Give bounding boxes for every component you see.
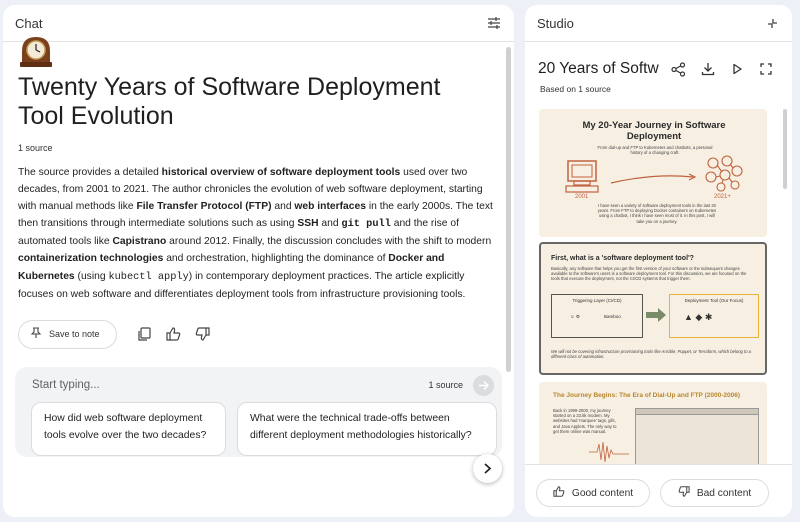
timeline-arrow bbox=[610, 173, 697, 184]
response-actions: Save to note bbox=[18, 319, 210, 349]
slide-1-year-right: 2021+ bbox=[714, 194, 731, 200]
arrow-right-icon bbox=[479, 380, 489, 390]
chat-input-placeholder[interactable]: Start typing... bbox=[32, 379, 428, 391]
copy-icon[interactable] bbox=[136, 326, 152, 342]
thumbs-up-icon bbox=[553, 486, 565, 500]
next-suggestions-button[interactable] bbox=[473, 454, 502, 483]
chat-input-area: Start typing... 1 source How did web sof… bbox=[15, 367, 502, 457]
slide-list: My 20-Year Journey in Software Deploymen… bbox=[533, 105, 773, 465]
studio-header-title: Studio bbox=[537, 15, 574, 31]
note-title: Twenty Years of Software Deployment Tool… bbox=[18, 73, 441, 130]
arrow-right-icon bbox=[646, 308, 666, 322]
slide-thumbnail-3[interactable]: The Journey Begins: The Era of Dial-Up a… bbox=[539, 382, 767, 465]
bamboo-label: Bamboo bbox=[604, 314, 621, 319]
input-source-count: 1 source bbox=[428, 380, 463, 390]
trigger-layer-box: Triggering Layer (CI/CD) ☺ ⚙ Bamboo bbox=[551, 294, 643, 338]
studio-header: Studio bbox=[525, 5, 792, 42]
send-button[interactable] bbox=[473, 374, 494, 396]
collapse-icon[interactable] bbox=[764, 15, 780, 31]
chat-scrollbar[interactable] bbox=[506, 47, 511, 372]
jenkins-icon: ☺ ⚙ bbox=[570, 314, 580, 319]
slide-thumbnail-2[interactable]: First, what is a 'software deployment to… bbox=[539, 242, 767, 375]
slide-1-year-left: 2001 bbox=[575, 194, 589, 200]
studio-title: 20 Years of Softw bbox=[538, 60, 659, 77]
share-icon[interactable] bbox=[670, 61, 687, 78]
studio-panel: Studio 20 Years of Softw Based on 1 sour… bbox=[525, 5, 792, 517]
chevron-right-icon bbox=[484, 463, 492, 474]
slide-1-body: I have seen a variety of software deploy… bbox=[597, 203, 717, 224]
mantel-clock-icon bbox=[18, 33, 54, 69]
thumbs-down-icon bbox=[678, 486, 690, 500]
save-to-note-button[interactable]: Save to note bbox=[18, 319, 117, 349]
trigger-layer-label: Triggering Layer (CI/CD) bbox=[572, 298, 622, 303]
deployment-tool-box: Deployment Tool (Our Focus) ▲ ◆ ✱ bbox=[669, 294, 759, 338]
slide-thumbnail-1[interactable]: My 20-Year Journey in Software Deploymen… bbox=[539, 109, 767, 237]
slide-2-body: Basically, any software that helps you g… bbox=[551, 266, 747, 282]
chat-input[interactable]: Start typing... 1 source bbox=[15, 367, 502, 403]
slide-1-title: My 20-Year Journey in Software Deploymen… bbox=[582, 120, 726, 142]
chat-header-title: Chat bbox=[15, 15, 43, 31]
slide-3-body: Back in 1999-2000, my journey started on… bbox=[553, 408, 617, 434]
deployment-tool-label: Deployment Tool (Our Focus) bbox=[684, 298, 744, 303]
good-content-button[interactable]: Good content bbox=[536, 479, 650, 507]
download-icon[interactable] bbox=[699, 61, 716, 78]
based-on-sources: Based on 1 source bbox=[540, 84, 611, 94]
feedback-footer: Good content Bad content bbox=[525, 464, 792, 517]
studio-title-row: 20 Years of Softw bbox=[538, 57, 788, 81]
deployment-tool-icons: ▲ ◆ ✱ bbox=[684, 312, 713, 322]
slide-1-subtitle: From dial-up and FTP to Kubernetes and c… bbox=[597, 145, 713, 156]
suggested-question-2[interactable]: What were the technical trade-offs betwe… bbox=[237, 402, 497, 456]
bad-content-button[interactable]: Bad content bbox=[660, 479, 769, 507]
cluster-icon bbox=[703, 153, 745, 198]
slide-2-footer: We will not be covering infrastructure p… bbox=[551, 349, 752, 360]
slide-2-title: First, what is a 'software deployment to… bbox=[551, 255, 694, 262]
chat-header: Chat bbox=[3, 5, 514, 42]
pin-icon bbox=[30, 327, 42, 341]
suggested-question-1[interactable]: How did web software deployment tools ev… bbox=[31, 402, 226, 456]
source-count: 1 source bbox=[18, 143, 53, 153]
chat-panel: Chat Twenty Years of Software Deployment… bbox=[3, 5, 514, 517]
source-summary: The source provides a detailed historica… bbox=[18, 167, 493, 300]
waveform-graphic bbox=[589, 441, 629, 463]
fullscreen-icon[interactable] bbox=[757, 61, 774, 78]
thumbs-up-icon[interactable] bbox=[165, 326, 181, 342]
play-icon[interactable] bbox=[728, 61, 745, 78]
slide-3-title: The Journey Begins: The Era of Dial-Up a… bbox=[553, 392, 740, 399]
studio-scrollbar[interactable] bbox=[783, 109, 787, 189]
tune-icon[interactable] bbox=[486, 15, 502, 31]
old-browser-window bbox=[635, 408, 759, 465]
thumbs-down-icon[interactable] bbox=[194, 326, 210, 342]
